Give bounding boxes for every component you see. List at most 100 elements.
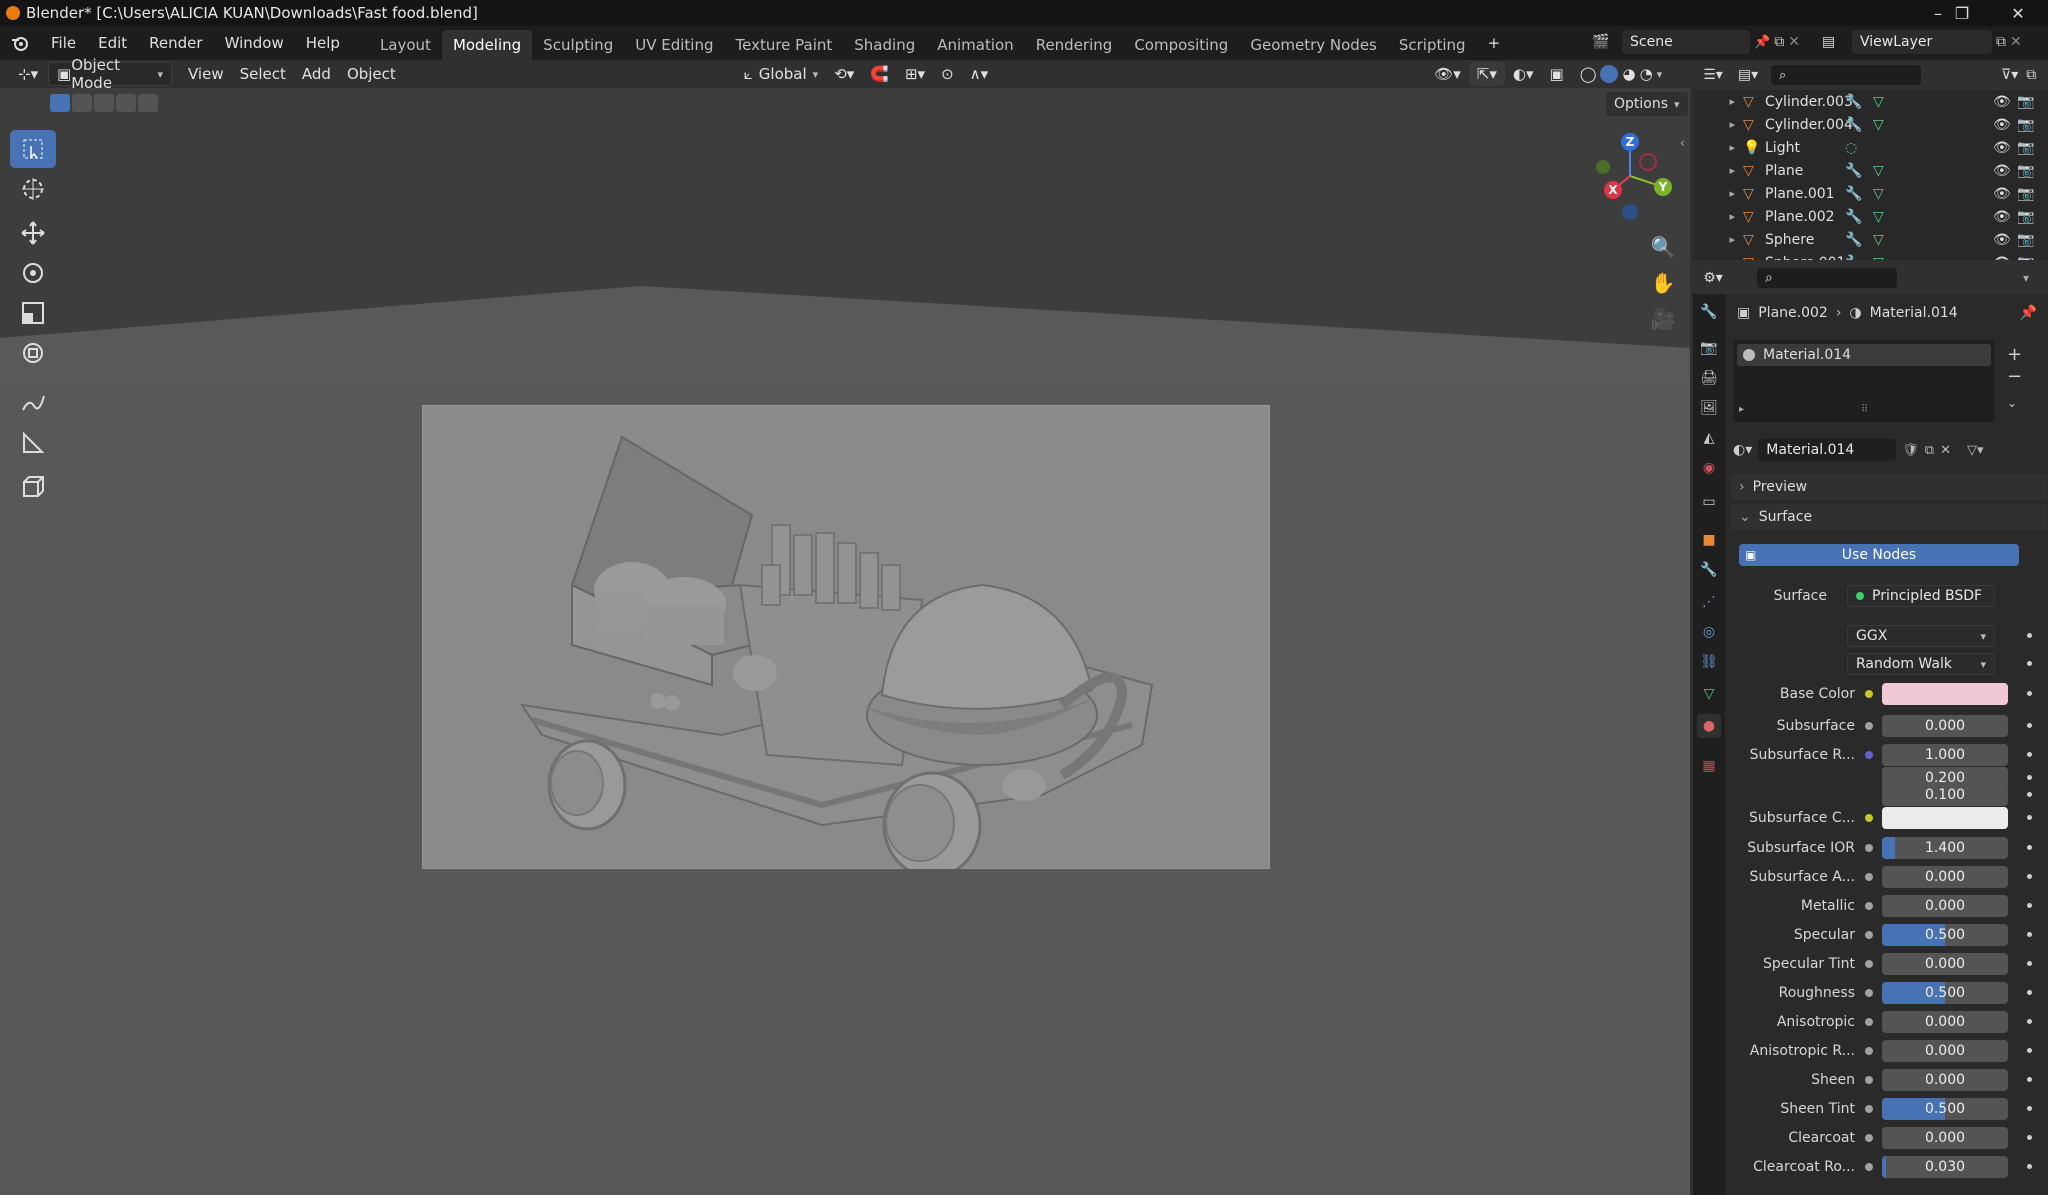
annotate-tool[interactable] <box>10 384 56 422</box>
scale-tool[interactable] <box>10 294 56 332</box>
tool-tab-icon[interactable]: 🔧 <box>1697 300 1721 324</box>
tab-texture-paint[interactable]: Texture Paint <box>724 30 843 60</box>
value-slider[interactable]: 0.000 <box>1882 895 2008 917</box>
value-slider[interactable]: 0.500 <box>1882 1098 2008 1120</box>
pin-icon[interactable]: 📌 <box>1754 35 1770 50</box>
eye-icon[interactable]: 👁 <box>1993 209 2011 225</box>
camera-icon[interactable]: 📷 <box>2017 255 2034 261</box>
keyframe-dot[interactable] <box>2027 1048 2032 1053</box>
properties-search-input[interactable]: ⌕ <box>1757 268 1897 288</box>
keyframe-dot[interactable] <box>2027 792 2032 797</box>
keyframe-dot[interactable] <box>2027 903 2032 908</box>
select-invert-icon[interactable] <box>116 94 136 112</box>
display-mode-icon[interactable]: ▤▾ <box>1733 67 1763 83</box>
physics-tab-icon[interactable]: ◎ <box>1697 620 1721 644</box>
outliner-search-input[interactable]: ⌕ <box>1771 65 1921 85</box>
expand-arrow-icon[interactable]: ▸ <box>1693 256 1743 260</box>
camera-icon[interactable]: 📷 <box>2017 186 2034 202</box>
blender-menu-icon[interactable] <box>0 35 40 51</box>
texture-tab-icon[interactable]: ▦ <box>1697 754 1721 778</box>
tab-modeling[interactable]: Modeling <box>441 30 533 60</box>
outliner-row[interactable]: ▸ ▽ Plane 🔧 ▽ 👁 📷 <box>1693 159 2048 182</box>
menu-help[interactable]: Help <box>295 26 351 60</box>
expand-arrow-icon[interactable]: ▸ <box>1693 233 1743 246</box>
surface-panel-header[interactable]: ⌄ Surface <box>1731 504 2047 530</box>
resize-handle-icon[interactable]: ⠿ <box>1861 404 1868 415</box>
visibility-icon[interactable]: 👁▾ <box>1426 62 1469 86</box>
eye-icon[interactable]: 👁 <box>1993 140 2011 156</box>
orientation-dropdown[interactable]: ⟀ Global ▾ <box>736 62 826 86</box>
zoom-icon[interactable]: 🔍 <box>1646 230 1680 264</box>
tab-compositing[interactable]: Compositing <box>1123 30 1239 60</box>
select-new-icon[interactable] <box>50 94 70 112</box>
keyframe-dot[interactable] <box>2027 815 2032 820</box>
eye-icon[interactable]: 👁 <box>1993 117 2011 133</box>
3d-viewport[interactable]: Options ▾ Z Y X 🔍 ✋ 🎥 ‹ <box>0 88 1690 1195</box>
value-slider[interactable]: 0.500 <box>1882 924 2008 946</box>
keyframe-dot[interactable] <box>2027 1135 2032 1140</box>
render-tab-icon[interactable]: 📷 <box>1697 336 1721 360</box>
menu-render[interactable]: Render <box>138 26 213 60</box>
tab-geometry-nodes[interactable]: Geometry Nodes <box>1239 30 1388 60</box>
output-tab-icon[interactable]: 🖨 <box>1697 366 1721 390</box>
tab-scripting[interactable]: Scripting <box>1388 30 1477 60</box>
material-shading-icon[interactable]: ◕ <box>1622 65 1635 83</box>
outliner-row[interactable]: ▸ ▽ Plane.001 🔧 ▽ 👁 📷 <box>1693 182 2048 205</box>
menu-file[interactable]: File <box>40 26 87 60</box>
expand-arrow-icon[interactable]: ▸ <box>1693 187 1743 200</box>
mode-dropdown[interactable]: ▣ Object Mode ▾ <box>48 56 172 92</box>
add-cube-tool[interactable] <box>10 468 56 506</box>
shading-modes[interactable]: ◯ ◕ ◔ ▾ <box>1572 62 1671 86</box>
pivot-icon[interactable]: ⟲▾ <box>826 62 862 86</box>
select-mode-buttons[interactable] <box>50 94 158 112</box>
keyframe-dot[interactable] <box>2027 752 2032 757</box>
eye-icon[interactable]: 👁 <box>1993 186 2011 202</box>
camera-view-icon[interactable]: 🎥 <box>1646 302 1680 336</box>
browse-material-icon[interactable]: ◐▾ <box>1733 442 1752 458</box>
viewlayer-name-field[interactable]: ViewLayer <box>1852 30 1992 54</box>
gizmo-toggle-icon[interactable]: ⇱▾ <box>1468 62 1505 86</box>
options-dropdown[interactable]: Options ▾ <box>1606 92 1688 116</box>
tab-sculpting[interactable]: Sculpting <box>532 30 624 60</box>
view-layer-tab-icon[interactable]: 🖼 <box>1697 396 1721 420</box>
tab-animation[interactable]: Animation <box>926 30 1024 60</box>
move-tool[interactable] <box>10 214 56 252</box>
chevron-down-icon[interactable]: ▾ <box>2023 271 2029 285</box>
constraints-tab-icon[interactable]: ⛓ <box>1697 650 1721 674</box>
tab-rendering[interactable]: Rendering <box>1025 30 1124 60</box>
camera-icon[interactable]: 📷 <box>2017 117 2034 133</box>
menu-edit[interactable]: Edit <box>87 26 138 60</box>
delete-scene-icon[interactable]: ✕ <box>1788 34 1800 50</box>
overlay-icon[interactable]: ◐▾ <box>1505 62 1542 86</box>
value-slider[interactable]: 0.500 <box>1882 982 2008 1004</box>
eye-icon[interactable]: 👁 <box>1993 255 2011 261</box>
keyframe-dot[interactable] <box>2027 1106 2032 1111</box>
value-slider[interactable]: 0.000 <box>1882 1127 2008 1149</box>
base-color-swatch[interactable] <box>1882 683 2008 705</box>
object-tab-icon[interactable]: ■ <box>1697 528 1721 552</box>
viewlayer-selector[interactable]: ▤ ViewLayer ⧉ ✕ <box>1822 30 2022 54</box>
value-slider[interactable]: 0.030 <box>1882 1156 2008 1178</box>
unlink-material-icon[interactable]: ✕ <box>1940 443 1951 458</box>
select-subtract-icon[interactable] <box>94 94 114 112</box>
fake-user-icon[interactable]: 🛡 <box>1902 443 1919 458</box>
tab-layout[interactable]: Layout <box>369 30 442 60</box>
measure-tool[interactable] <box>10 424 56 462</box>
outliner-row[interactable]: ▸ ▽ Sphere 🔧 ▽ 👁 📷 <box>1693 228 2048 251</box>
delete-viewlayer-icon[interactable]: ✕ <box>2010 34 2022 50</box>
keyframe-dot[interactable] <box>2027 1019 2032 1024</box>
object-menu[interactable]: Object <box>339 62 404 86</box>
camera-icon[interactable]: 📷 <box>2017 94 2034 110</box>
wireframe-shading-icon[interactable]: ◯ <box>1580 65 1597 83</box>
expand-arrow-icon[interactable]: ▸ <box>1693 95 1743 108</box>
snap-icon[interactable]: 🧲 <box>862 62 897 86</box>
transform-tool[interactable] <box>10 334 56 372</box>
value-slider[interactable]: 0.000 <box>1882 1011 2008 1033</box>
falloff-icon[interactable]: ∧▾ <box>962 62 997 86</box>
keyframe-dot[interactable] <box>2027 661 2032 666</box>
tab-shading[interactable]: Shading <box>843 30 926 60</box>
link-type-icon[interactable]: ▽▾ <box>1967 443 1984 458</box>
keyframe-dot[interactable] <box>2027 961 2032 966</box>
preview-panel-header[interactable]: › Preview <box>1731 474 2047 500</box>
outliner-row[interactable]: ▸▽Sphere.001🔧▽👁📷 <box>1693 251 2048 261</box>
